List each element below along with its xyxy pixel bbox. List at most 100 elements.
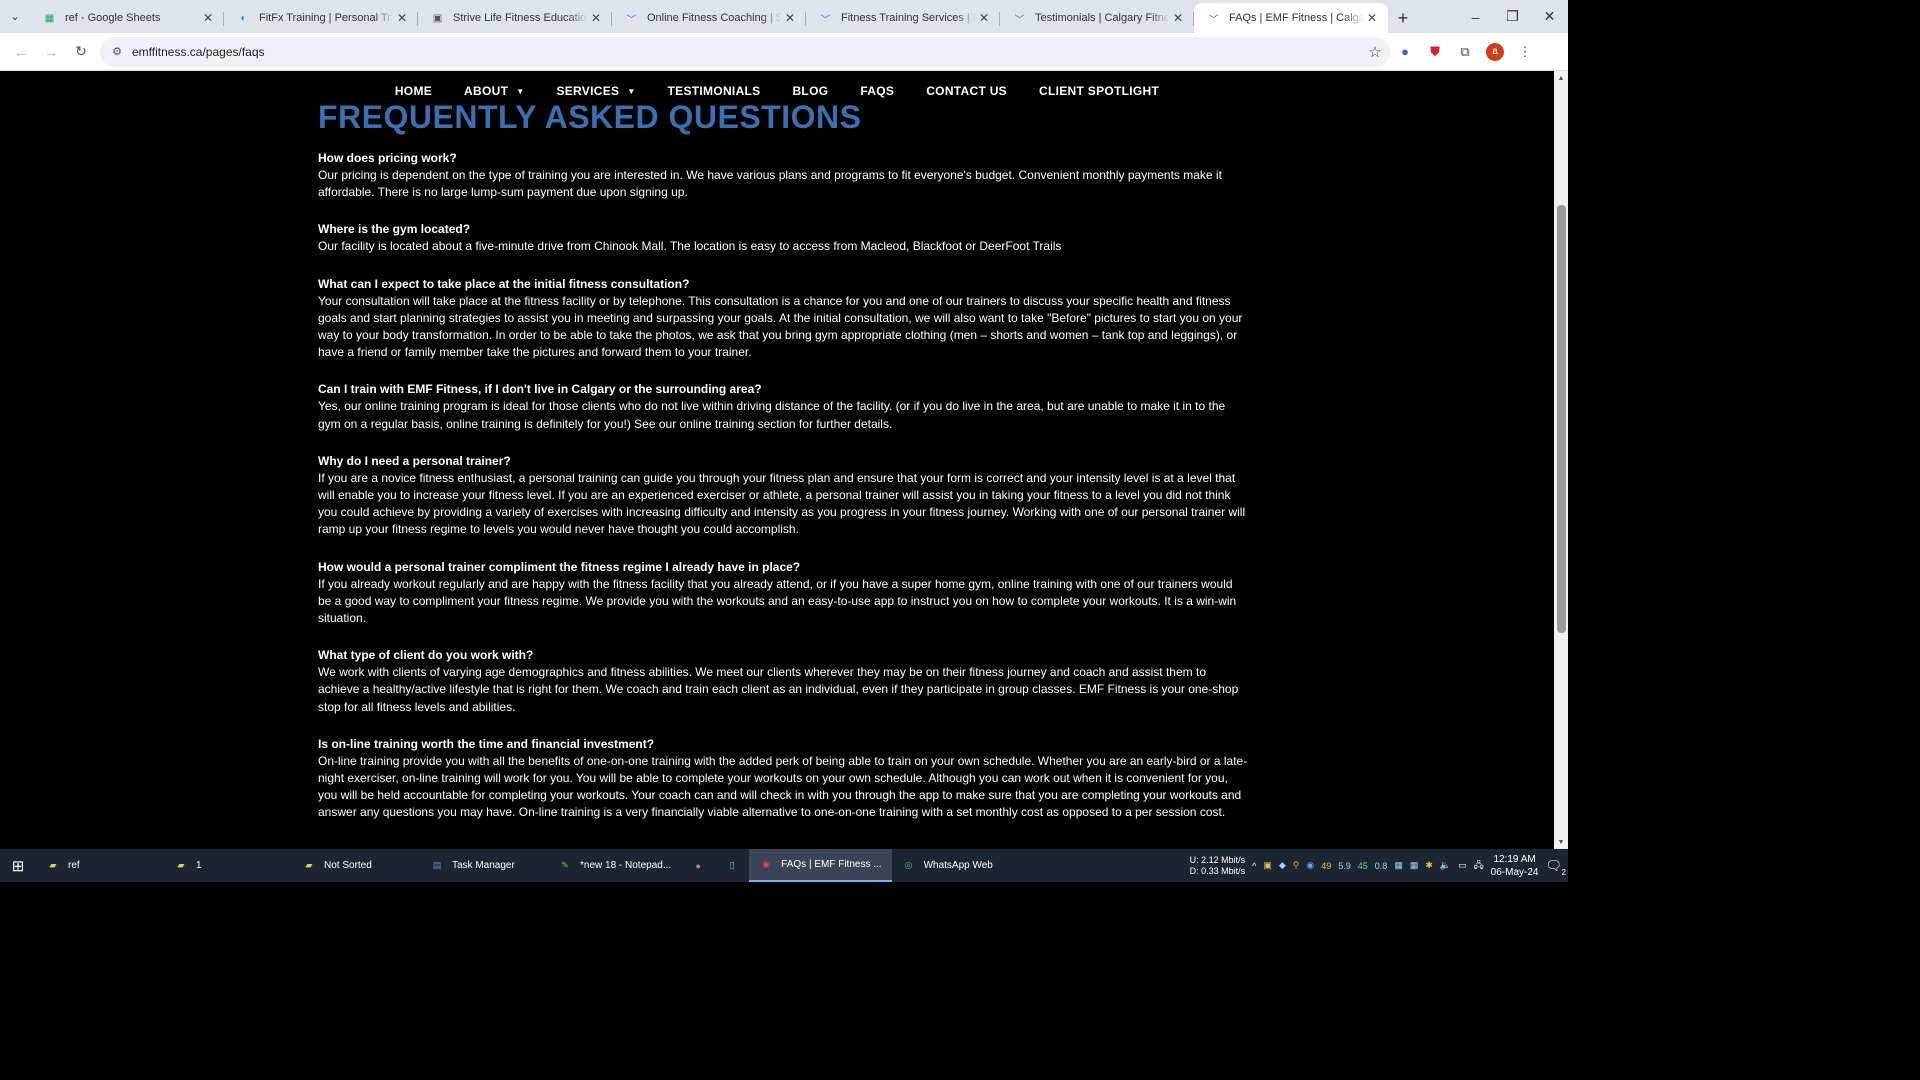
nav-link-faqs[interactable]: FAQS	[844, 84, 910, 98]
notification-center-icon[interactable]: 🗨 2	[1545, 858, 1566, 877]
browser-tab[interactable]: ◐ FitFx Training | Personal Training✕	[224, 3, 418, 33]
tray-counter: 0.8	[1374, 860, 1388, 871]
close-window-icon[interactable]: ✕	[1531, 0, 1568, 33]
tab-close-icon[interactable]: ✕	[1170, 11, 1186, 25]
wix-icon: ﹀	[626, 14, 637, 26]
tab-title: Online Fitness Coaching | Skype	[647, 12, 782, 24]
system-clock[interactable]: 12:19 AM 06-May-24	[1491, 853, 1539, 879]
scrollbar-thumb[interactable]	[1557, 205, 1566, 633]
network-speed: U: 2.12 Mbit/s D: 0.33 Mbit/s	[1189, 854, 1246, 876]
nav-link-client-spotlight[interactable]: CLIENT SPOTLIGHT	[1023, 84, 1175, 98]
faq-answer: Your consultation will take place at the…	[318, 293, 1243, 360]
wix-icon: ﹀	[1208, 14, 1219, 26]
extension-icon[interactable]: ●	[1390, 37, 1420, 67]
taskbar-item[interactable]: ◎ WhatsApp Web	[892, 849, 1020, 882]
tray-app-icon[interactable]: ◆	[1279, 860, 1286, 871]
tray-chevron-icon[interactable]: ^	[1252, 861, 1256, 871]
volume-icon[interactable]: 🔈	[1440, 860, 1451, 871]
tab-title: FitFx Training | Personal Training	[259, 12, 394, 24]
browser-tab[interactable]: ﹀ Online Fitness Coaching | Skype✕	[612, 3, 806, 33]
extensions-puzzle-icon[interactable]: ⧉	[1450, 37, 1480, 67]
taskbar-item[interactable]: ▤ Task Manager	[420, 849, 548, 882]
folder-icon: ▰	[305, 860, 313, 870]
reload-icon[interactable]: ↻	[66, 37, 96, 67]
nav-link-services[interactable]: SERVICES ▼	[540, 84, 651, 98]
tab-close-icon[interactable]: ✕	[976, 11, 992, 25]
minimize-icon[interactable]: –	[1457, 0, 1494, 33]
taskbar-item[interactable]: ▰ Not Sorted	[292, 849, 420, 882]
whatsapp-icon: ◎	[904, 860, 913, 870]
faq-item: Is on-line training worth the time and f…	[318, 736, 1248, 822]
faq-question: Why do I need a personal trainer?	[318, 453, 511, 468]
network-icon[interactable]: 🖧	[1474, 858, 1484, 874]
battery-icon[interactable]: ▭	[1458, 860, 1467, 871]
tab-title: Fitness Training Services | Perso	[841, 12, 976, 24]
windows-start-icon[interactable]: ⊞	[0, 849, 36, 882]
browser-tab[interactable]: ﹀ Testimonials | Calgary Fitness C✕	[1000, 3, 1194, 33]
tab-close-icon[interactable]: ✕	[588, 11, 604, 25]
faq-item: Can I train with EMF Fitness, if I don't…	[318, 381, 1248, 432]
strive-icon: ▣	[432, 12, 443, 24]
shield-extension-icon[interactable]: ⛊	[1420, 37, 1450, 67]
taskbar-item[interactable]: ▰ 1	[164, 849, 292, 882]
faq-item: How would a personal trainer compliment …	[318, 559, 1248, 628]
notepadpp-icon: ✎	[561, 860, 569, 870]
nav-link-home[interactable]: HOME	[379, 84, 448, 98]
tab-close-icon[interactable]: ✕	[782, 11, 798, 25]
tab-close-icon[interactable]: ✕	[394, 11, 410, 25]
browser-tab[interactable]: ▣ Strive Life Fitness Education | C✕	[418, 3, 612, 33]
folder-icon: ▰	[177, 860, 185, 870]
faq-question: What can I expect to take place at the i…	[318, 276, 690, 291]
restore-icon[interactable]: ❐	[1494, 0, 1531, 33]
tab-search-icon[interactable]: ⌄	[0, 0, 30, 33]
tray-app-icon[interactable]: ✱	[1425, 860, 1433, 871]
tab-close-icon[interactable]: ✕	[200, 11, 216, 25]
nav-link-testimonials[interactable]: TESTIMONIALS	[652, 84, 777, 98]
browser-tab[interactable]: ▦ ref - Google Sheets ✕	[30, 3, 224, 33]
back-icon[interactable]: ←	[6, 37, 36, 67]
taskbar-item-label: Not Sorted	[324, 860, 372, 871]
nav-link-contact-us[interactable]: CONTACT US	[910, 84, 1023, 98]
tray-app-icon[interactable]: ◉	[1306, 860, 1314, 871]
page-scrollbar[interactable]: ▲ ▼	[1554, 71, 1568, 849]
forward-icon[interactable]: →	[36, 37, 66, 67]
tab-title: FAQs | EMF Fitness | Calgary Fit	[1229, 12, 1364, 24]
tray-app-icon[interactable]: ▣	[1263, 860, 1272, 871]
site-navigation: HOME ABOUT ▼ SERVICES ▼ TESTIMONIALS BLOG FAQS C…	[0, 71, 1554, 111]
site-info-icon[interactable]: ⚙	[106, 45, 128, 58]
folder-icon: ▰	[49, 860, 57, 870]
faq-answer: Our facility is located about a five-min…	[318, 239, 1062, 254]
tray-search-icon[interactable]: ⚲	[1293, 860, 1300, 871]
scroll-down-icon[interactable]: ▼	[1554, 835, 1568, 849]
faq-answer: Yes, our online training program is idea…	[318, 399, 1226, 431]
browser-tab-strip: ⌄ ▦ ref - Google Sheets ✕ ◐ FitFx Training |…	[0, 0, 1568, 33]
app-icon: ●	[695, 860, 701, 871]
tab-title: Strive Life Fitness Education | C	[453, 12, 588, 24]
tray-counters: 49 5.9 45 0.8	[1321, 861, 1387, 871]
bookmark-star-icon[interactable]: ☆	[1360, 43, 1390, 61]
url-text[interactable]: emffitness.ca/pages/faqs	[132, 45, 1360, 59]
tray-counter: 45	[1357, 860, 1368, 871]
menu-kebab-icon[interactable]: ⋮	[1510, 37, 1540, 67]
faq-list: How does pricing work? Our pricing is dep…	[318, 150, 1248, 822]
omnibox[interactable]: ⚙ emffitness.ca/pages/faqs ☆	[100, 36, 1390, 67]
tray-app-icon[interactable]: ▦	[1410, 860, 1419, 871]
new-tab-button[interactable]: +	[1388, 3, 1418, 33]
taskbar-item[interactable]: ◉ FAQs | EMF Fitness ...	[749, 849, 892, 882]
wix-icon: ﹀	[820, 14, 831, 26]
taskbar-item[interactable]: ▯	[715, 849, 749, 882]
browser-tab[interactable]: ﹀ Fitness Training Services | Perso✕	[806, 3, 1000, 33]
faq-item: What can I expect to take place at the i…	[318, 276, 1248, 362]
taskbar-item[interactable]: ▰ ref	[36, 849, 164, 882]
browser-tab[interactable]: ﹀ FAQs | EMF Fitness | Calgary Fit✕	[1194, 3, 1388, 33]
nav-link-about[interactable]: ABOUT ▼	[448, 84, 540, 98]
taskbar-item[interactable]: ●	[681, 849, 715, 882]
tab-close-icon[interactable]: ✕	[1364, 11, 1380, 25]
taskbar-item[interactable]: ✎ *new 18 - Notepad...	[548, 849, 681, 882]
taskbar-item-label: 1	[196, 860, 202, 871]
profile-avatar[interactable]: a	[1480, 37, 1510, 67]
tray-app-icon[interactable]: ▦	[1394, 860, 1403, 871]
faq-answer: We work with clients of varying age demo…	[318, 665, 1239, 714]
scroll-up-icon[interactable]: ▲	[1554, 71, 1568, 85]
nav-link-blog[interactable]: BLOG	[776, 84, 844, 98]
